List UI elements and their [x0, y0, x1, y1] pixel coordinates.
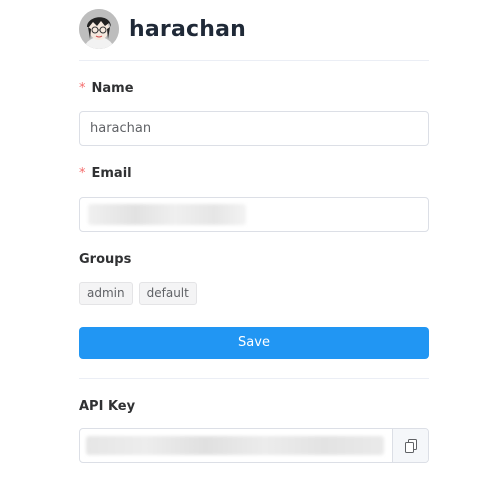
- group-tag-default: default: [138, 282, 197, 305]
- user-profile-page: harachan * Name * Email Groups admin defau…: [0, 0, 499, 478]
- required-mark: *: [79, 81, 86, 96]
- name-field[interactable]: [79, 111, 430, 146]
- groups-label: Groups: [79, 252, 132, 267]
- groups-tags: admin default: [79, 282, 197, 305]
- copy-api-key-button[interactable]: [392, 429, 428, 462]
- profile-header: harachan: [79, 9, 246, 49]
- username-title: harachan: [129, 16, 247, 42]
- required-mark: *: [79, 166, 86, 181]
- avatar: [79, 9, 119, 49]
- name-label: * Name: [79, 81, 134, 96]
- user-avatar-icon: [79, 9, 119, 49]
- group-tag-admin: admin: [79, 282, 133, 305]
- section-divider: [79, 378, 429, 379]
- name-label-text: Name: [91, 81, 134, 96]
- header-divider: [79, 60, 429, 61]
- name-input[interactable]: [80, 112, 430, 145]
- email-field[interactable]: [79, 197, 429, 232]
- email-label-text: Email: [91, 166, 132, 181]
- api-key-label: API Key: [79, 399, 136, 414]
- email-label: * Email: [79, 166, 132, 181]
- email-redacted-value: [88, 204, 246, 225]
- api-key-field[interactable]: [79, 428, 429, 463]
- api-key-redacted-value: [86, 436, 384, 455]
- copy-icon: [404, 438, 417, 453]
- save-button[interactable]: Save: [79, 327, 429, 359]
